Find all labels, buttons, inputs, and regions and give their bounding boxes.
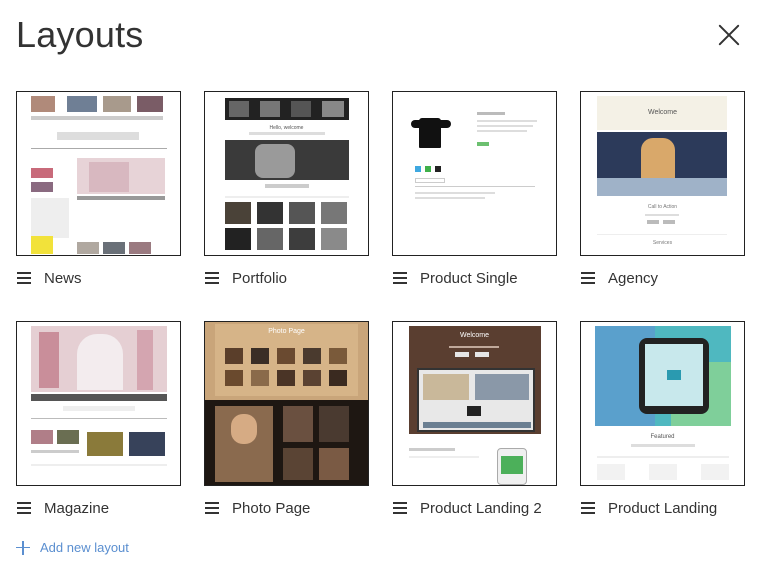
thumb-heading: Welcome	[647, 109, 678, 116]
layout-thumbnail-product-landing[interactable]: Featured	[580, 321, 745, 486]
thumb-heading: Welcome	[459, 332, 490, 339]
drag-handle-icon[interactable]	[17, 272, 31, 284]
layout-thumbnail-photo-page[interactable]: Photo Page	[204, 321, 369, 486]
layout-label: News	[44, 269, 82, 287]
drag-handle-icon[interactable]	[581, 502, 595, 514]
layout-card-magazine[interactable]: Magazine	[16, 321, 181, 527]
layout-card-product-single[interactable]: Product Single	[392, 91, 557, 297]
thumb-heading: Photo Page	[268, 328, 305, 335]
layout-label: Product Landing 2	[420, 499, 542, 517]
layout-thumbnail-product-single[interactable]	[392, 91, 557, 256]
layout-label: Agency	[608, 269, 659, 287]
drag-handle-icon[interactable]	[581, 272, 595, 284]
layout-card-product-landing[interactable]: Featured Product Landing	[580, 321, 745, 527]
layout-thumbnail-news[interactable]	[16, 91, 181, 256]
drag-handle-icon[interactable]	[393, 502, 407, 514]
layout-thumbnail-portfolio[interactable]: Hello, welcome	[204, 91, 369, 256]
thumb-heading: Featured	[650, 434, 675, 440]
layout-label: Product Landing	[608, 499, 718, 517]
layout-label: Photo Page	[232, 499, 311, 517]
layouts-grid: News Hello, welcome Portfolio Product Si…	[16, 91, 745, 527]
layout-card-product-landing-2[interactable]: Welcome Product Landing 2	[392, 321, 557, 527]
layout-card-photo-page[interactable]: Photo Page Photo Page	[204, 321, 369, 527]
plus-icon	[16, 540, 30, 555]
add-new-layout-label: Add new layout	[40, 540, 129, 555]
drag-handle-icon[interactable]	[17, 502, 31, 514]
drag-handle-icon[interactable]	[205, 502, 219, 514]
layout-thumbnail-agency[interactable]: Welcome Call to Action Services	[580, 91, 745, 256]
layout-card-news[interactable]: News	[16, 91, 181, 297]
thumb-services: Services	[652, 240, 673, 246]
close-icon[interactable]	[714, 20, 744, 50]
thumb-cta: Call to Action	[647, 204, 678, 210]
drag-handle-icon[interactable]	[393, 272, 407, 284]
layout-thumbnail-product-landing-2[interactable]: Welcome	[392, 321, 557, 486]
layout-label: Product Single	[420, 269, 518, 287]
thumb-heading: Hello, welcome	[269, 125, 304, 131]
page-title: Layouts	[16, 14, 144, 55]
add-new-layout-button[interactable]: Add new layout	[16, 540, 129, 555]
layout-thumbnail-magazine[interactable]	[16, 321, 181, 486]
layout-label: Portfolio	[232, 269, 288, 287]
layout-card-portfolio[interactable]: Hello, welcome Portfolio	[204, 91, 369, 297]
layout-card-agency[interactable]: Welcome Call to Action Services Agency	[580, 91, 745, 297]
layout-label: Magazine	[44, 499, 110, 517]
drag-handle-icon[interactable]	[205, 272, 219, 284]
